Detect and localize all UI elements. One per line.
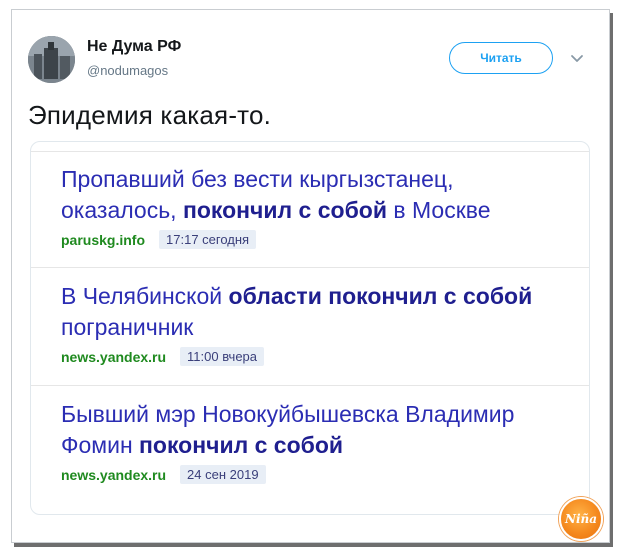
news-divider: [31, 385, 589, 386]
news-meta: news.yandex.ru 11:00 вчера: [61, 347, 571, 366]
author-handle[interactable]: @nodumagos: [87, 63, 168, 78]
headline-part: пограничник: [61, 314, 194, 340]
author-name[interactable]: Не Дума РФ: [87, 38, 181, 56]
news-headline[interactable]: В Челябинской области покончил с собой п…: [61, 281, 571, 343]
news-source[interactable]: news.yandex.ru: [61, 349, 166, 365]
news-time-badge: 11:00 вчера: [180, 347, 265, 366]
follow-button[interactable]: Читать: [449, 42, 553, 74]
headline-part-bold: покончил с собой: [182, 197, 387, 223]
news-headline[interactable]: Бывший мэр Новокуйбышевска Владимир Фоми…: [61, 399, 571, 461]
news-time-badge: 17:17 сегодня: [159, 230, 257, 249]
headline-part: в Москве: [386, 197, 491, 223]
news-divider: [31, 267, 589, 268]
follow-button-label: Читать: [480, 51, 522, 65]
card-divider: [31, 151, 589, 152]
watermark-logo: Niña: [559, 497, 603, 541]
news-item[interactable]: Пропавший без вести кыргызстанец, оказал…: [61, 164, 571, 249]
news-item[interactable]: В Челябинской области покончил с собой п…: [61, 281, 571, 366]
news-source[interactable]: paruskg.info: [61, 232, 145, 248]
news-source[interactable]: news.yandex.ru: [61, 467, 166, 483]
news-headline[interactable]: Пропавший без вести кыргызстанец, оказал…: [61, 164, 571, 226]
news-screenshot-card[interactable]: Пропавший без вести кыргызстанец, оказал…: [30, 141, 590, 515]
headline-part: В Челябинской: [61, 283, 229, 309]
news-time-badge: 24 сен 2019: [180, 465, 266, 484]
avatar-image: [28, 36, 75, 83]
news-item[interactable]: Бывший мэр Новокуйбышевска Владимир Фоми…: [61, 399, 571, 484]
chevron-down-icon[interactable]: [569, 50, 585, 66]
watermark-text: Niña: [564, 512, 598, 526]
avatar[interactable]: [28, 36, 75, 83]
tweet-text: Эпидемия какая-то.: [28, 100, 272, 130]
news-meta: paruskg.info 17:17 сегодня: [61, 230, 571, 249]
headline-part-bold: покончил с собой: [139, 432, 344, 458]
news-meta: news.yandex.ru 24 сен 2019: [61, 465, 571, 484]
headline-part-bold: области покончил с собой: [228, 283, 533, 309]
